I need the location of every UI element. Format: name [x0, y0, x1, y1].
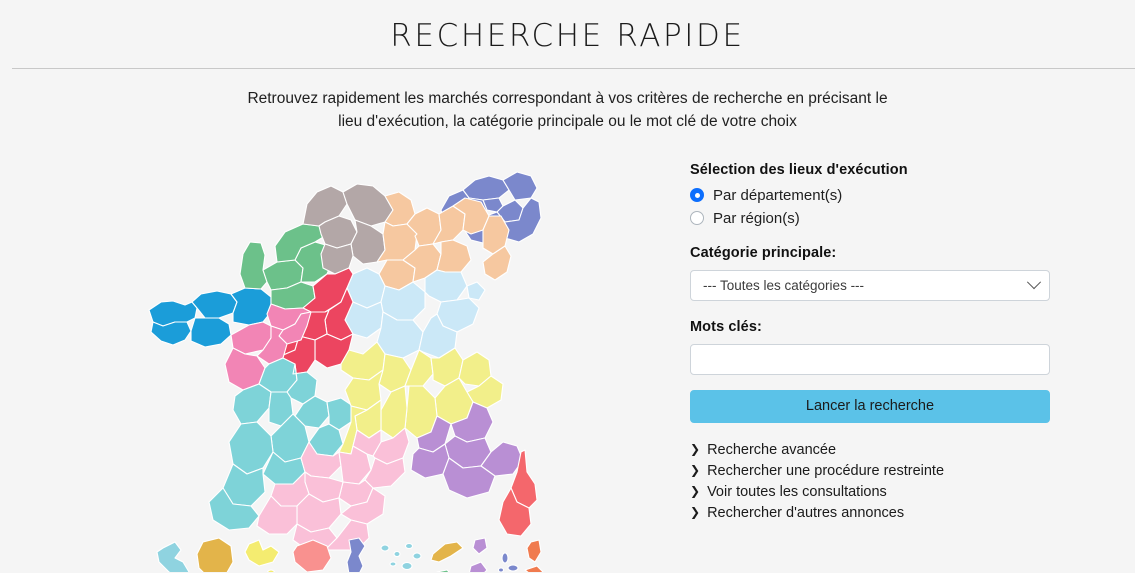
dom-nouvelle-caledonie-iles[interactable] — [436, 569, 453, 572]
dom-futuna[interactable] — [468, 561, 488, 572]
keywords-label: Mots clés: — [690, 318, 762, 335]
dept-morbihan[interactable] — [190, 317, 232, 348]
dom-saint-barthelemy[interactable] — [524, 565, 544, 572]
dom-martinique[interactable] — [244, 539, 280, 567]
dept-ille-et-vilaine[interactable] — [230, 287, 272, 326]
dom-mayotte[interactable] — [346, 537, 366, 572]
dom-guyane[interactable] — [196, 537, 234, 572]
radio-departements-label: Par département(s) — [713, 186, 843, 204]
dom-martinique-islet[interactable] — [266, 569, 276, 572]
chevron-down-icon — [1026, 275, 1042, 290]
chevron-right-icon: ❯ — [690, 441, 701, 456]
overseas-territories[interactable] — [156, 537, 544, 572]
inset-val-doise[interactable] — [462, 175, 510, 201]
map-svg[interactable] — [145, 142, 545, 572]
radio-regions-label: Par région(s) — [713, 209, 800, 227]
dom-polynesie-francaise[interactable] — [380, 542, 422, 570]
dept-territoire-belfort[interactable] — [466, 281, 486, 301]
france-departments-map[interactable] — [145, 142, 545, 572]
search-button[interactable]: Lancer la recherche — [690, 389, 1050, 423]
chevron-right-icon: ❯ — [690, 462, 701, 477]
category-select[interactable]: --- Toutes les catégories --- — [690, 269, 1050, 301]
dom-wallis[interactable] — [472, 537, 488, 555]
chevron-right-icon: ❯ — [690, 504, 701, 519]
dept-finistere-sud[interactable] — [150, 321, 192, 346]
link-recherche-avancee-label: Recherche avancée — [707, 441, 837, 458]
dom-saint-martin[interactable] — [526, 539, 542, 563]
link-autres-annonces[interactable]: ❯ Rechercher d'autres annonces — [690, 505, 1065, 521]
dom-la-reunion[interactable] — [292, 539, 332, 572]
dept-charente-maritime[interactable] — [232, 383, 272, 425]
link-procedure-restreinte[interactable]: ❯ Rechercher une procédure restreinte — [690, 463, 1065, 479]
map-column — [0, 140, 690, 572]
dept-manche[interactable] — [239, 241, 268, 290]
title-divider — [12, 67, 1135, 69]
location-selection-label: Sélection des lieux d'exécution — [690, 161, 908, 178]
dom-guadeloupe[interactable] — [156, 541, 190, 572]
radio-regions-mark[interactable] — [690, 211, 704, 226]
link-toutes-consultations[interactable]: ❯ Voir toutes les consultations — [690, 484, 1065, 500]
intro-line-1: Retrouvez rapidement les marchés corresp… — [247, 89, 888, 107]
link-autres-annonces-label: Rechercher d'autres annonces — [707, 504, 905, 521]
link-procedure-restreinte-label: Rechercher une procédure restreinte — [707, 462, 945, 479]
radio-departements-mark[interactable] — [690, 188, 704, 203]
dom-saint-pierre-et-miquelon[interactable] — [497, 552, 519, 572]
search-form: Sélection des lieux d'exécution Par dépa… — [690, 140, 1135, 537]
dept-haute-garonne[interactable] — [296, 493, 342, 533]
intro-text: Retrouvez rapidement les marchés corresp… — [188, 87, 948, 134]
radio-par-regions[interactable]: Par région(s) — [690, 210, 1065, 227]
inset-seine-saint-denis[interactable] — [502, 171, 538, 201]
quick-links: ❯ Recherche avancée ❯ Rechercher une pro… — [690, 442, 1065, 521]
main-content: Sélection des lieux d'exécution Par dépa… — [0, 134, 1135, 572]
radio-par-departements[interactable]: Par département(s) — [690, 187, 1065, 204]
page-title: RECHERCHE RAPIDE — [390, 18, 745, 54]
intro-line-2: lieu d'exécution, la catégorie principal… — [338, 113, 797, 131]
keywords-input[interactable] — [690, 343, 1050, 375]
dept-vosges[interactable] — [436, 239, 472, 273]
link-recherche-avancee[interactable]: ❯ Recherche avancée — [690, 442, 1065, 458]
chevron-right-icon: ❯ — [690, 483, 701, 498]
dept-herault[interactable] — [364, 457, 406, 489]
link-toutes-consultations-label: Voir toutes les consultations — [707, 483, 887, 500]
category-select-value: --- Toutes les catégories --- — [703, 277, 865, 293]
dom-nouvelle-caledonie[interactable] — [430, 541, 464, 563]
dept-haute-saone[interactable] — [424, 269, 468, 303]
category-label: Catégorie principale: — [690, 244, 837, 261]
dept-cotes-darmor[interactable] — [191, 290, 238, 319]
